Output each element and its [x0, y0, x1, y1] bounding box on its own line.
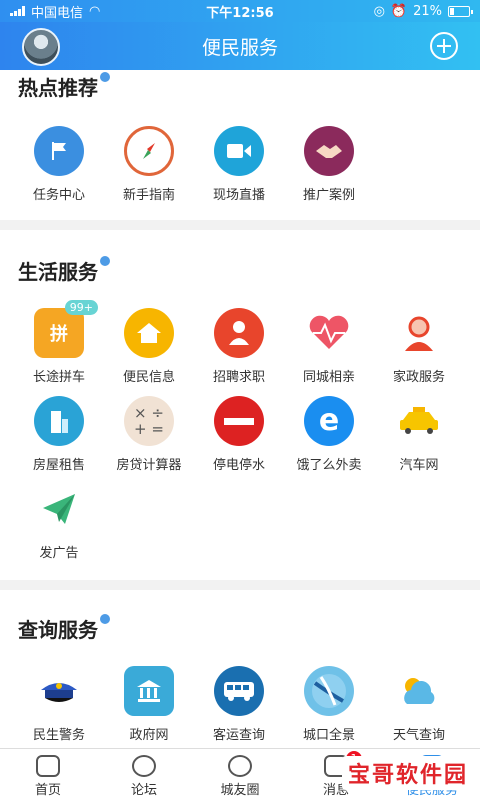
item-label: 客运查询 — [212, 728, 265, 743]
calculator-icon: × ÷ + = — [124, 396, 174, 446]
item-label: 便民信息 — [122, 370, 175, 385]
carpool-icon: 拼 99+ — [34, 300, 98, 358]
service-item[interactable]: 客运查询 — [194, 666, 284, 743]
status-bar: 中国电信 ◠ 下午12:56 ◎ ⏰ 21% — [0, 0, 480, 22]
section-query: 查询服务 民生警务 政府网 客运查询 城口全景 天气查询 — [0, 590, 480, 748]
job-person-icon — [214, 308, 264, 358]
service-item[interactable]: 房屋租售 — [14, 396, 104, 473]
housekeeper-icon — [394, 308, 444, 358]
item-label: 房屋租售 — [32, 458, 85, 473]
avatar[interactable] — [22, 28, 60, 66]
battery-icon — [448, 5, 473, 17]
globe-icon — [304, 666, 354, 716]
tab-circle[interactable]: 城友圈 — [192, 749, 288, 800]
taxi-icon — [394, 396, 444, 446]
item-label: 发广告 — [39, 546, 79, 561]
forum-icon — [132, 755, 156, 777]
circle-icon — [228, 755, 252, 777]
watermark: 宝哥软件园 — [342, 756, 474, 790]
service-item[interactable]: 推广案例 — [284, 126, 374, 203]
service-item[interactable]: 天气查询 — [374, 666, 464, 743]
section-title-hot: 热点推荐 — [18, 76, 98, 100]
item-label: 新手指南 — [122, 188, 175, 203]
building-icon — [34, 396, 84, 446]
flag-icon — [34, 126, 84, 176]
service-item[interactable]: 民生警务 — [14, 666, 104, 743]
section-dot — [100, 614, 110, 624]
compass-icon — [124, 126, 174, 176]
section-dot — [100, 72, 110, 82]
video-camera-icon — [214, 126, 264, 176]
no-entry-icon — [214, 396, 264, 446]
heart-pulse-icon — [304, 308, 354, 358]
section-hot: 热点推荐 任务中心 新手指南 现场直播 推广案例 — [0, 70, 480, 220]
battery-percent: 21% — [413, 3, 442, 19]
service-item[interactable]: 招聘求职 — [194, 308, 284, 385]
service-item[interactable]: 发广告 — [14, 484, 104, 561]
service-item[interactable]: 现场直播 — [194, 126, 284, 203]
tab-home[interactable]: 首页 — [0, 749, 96, 800]
wifi-icon: ◠ — [89, 3, 101, 19]
carrier-label: 中国电信 — [31, 5, 84, 21]
handshake-icon — [304, 126, 354, 176]
item-label: 长途拼车 — [32, 370, 85, 385]
alarm-icon: ⏰ — [390, 3, 408, 19]
signal-icon — [10, 6, 25, 16]
badge-count: 99+ — [64, 300, 98, 315]
add-button[interactable] — [430, 32, 458, 60]
content-area[interactable]: 热点推荐 任务中心 新手指南 现场直播 推广案例 生活服务 拼 99+ 长途拼车… — [0, 70, 480, 748]
bus-icon — [214, 666, 264, 716]
home-icon — [36, 755, 60, 777]
nav-bar: 便民服务 — [0, 22, 480, 70]
service-item[interactable]: × ÷ + = 房贷计算器 — [104, 396, 194, 473]
service-item[interactable]: 城口全景 — [284, 666, 374, 743]
service-item[interactable]: 便民信息 — [104, 308, 194, 385]
item-label: 政府网 — [129, 728, 169, 743]
service-item[interactable]: 任务中心 — [14, 126, 104, 203]
item-label: 民生警务 — [32, 728, 85, 743]
item-label: 招聘求职 — [212, 370, 265, 385]
service-item[interactable]: e 饿了么外卖 — [284, 396, 374, 473]
item-label: 汽车网 — [399, 458, 439, 473]
service-item[interactable]: 政府网 — [104, 666, 194, 743]
status-time: 下午12:56 — [206, 5, 274, 21]
tab-label: 首页 — [34, 783, 61, 798]
section-life: 生活服务 拼 99+ 长途拼车 便民信息 招聘求职 同城相亲 家政服务 房屋租售… — [0, 230, 480, 580]
police-cap-icon — [34, 666, 84, 716]
tab-forum[interactable]: 论坛 — [96, 749, 192, 800]
service-item[interactable]: 停电停水 — [194, 396, 284, 473]
section-title-life: 生活服务 — [18, 260, 98, 284]
tab-label: 城友圈 — [220, 783, 260, 798]
page-title: 便民服务 — [201, 36, 278, 59]
service-item[interactable]: 拼 99+ 长途拼车 — [14, 300, 104, 385]
service-item[interactable]: 新手指南 — [104, 126, 194, 203]
lock-rotation-icon: ◎ — [373, 3, 385, 19]
house-icon — [124, 308, 174, 358]
item-label: 饿了么外卖 — [296, 458, 362, 473]
item-label: 推广案例 — [302, 188, 355, 203]
item-label: 现场直播 — [212, 188, 265, 203]
item-label: 家政服务 — [392, 370, 445, 385]
item-label: 城口全景 — [302, 728, 355, 743]
section-dot — [100, 256, 110, 266]
service-item[interactable]: 汽车网 — [374, 396, 464, 473]
service-item[interactable]: 同城相亲 — [284, 308, 374, 385]
section-title-query: 查询服务 — [18, 618, 98, 642]
item-label: 房贷计算器 — [116, 458, 182, 473]
paper-plane-icon — [34, 484, 84, 534]
item-label: 任务中心 — [32, 188, 85, 203]
tab-label: 论坛 — [130, 783, 157, 798]
item-label: 停电停水 — [212, 458, 265, 473]
service-item[interactable]: 家政服务 — [374, 308, 464, 385]
item-label: 同城相亲 — [302, 370, 355, 385]
government-building-icon — [124, 666, 174, 716]
item-label: 天气查询 — [392, 728, 445, 743]
eleme-icon: e — [304, 396, 354, 446]
weather-icon — [394, 666, 444, 716]
